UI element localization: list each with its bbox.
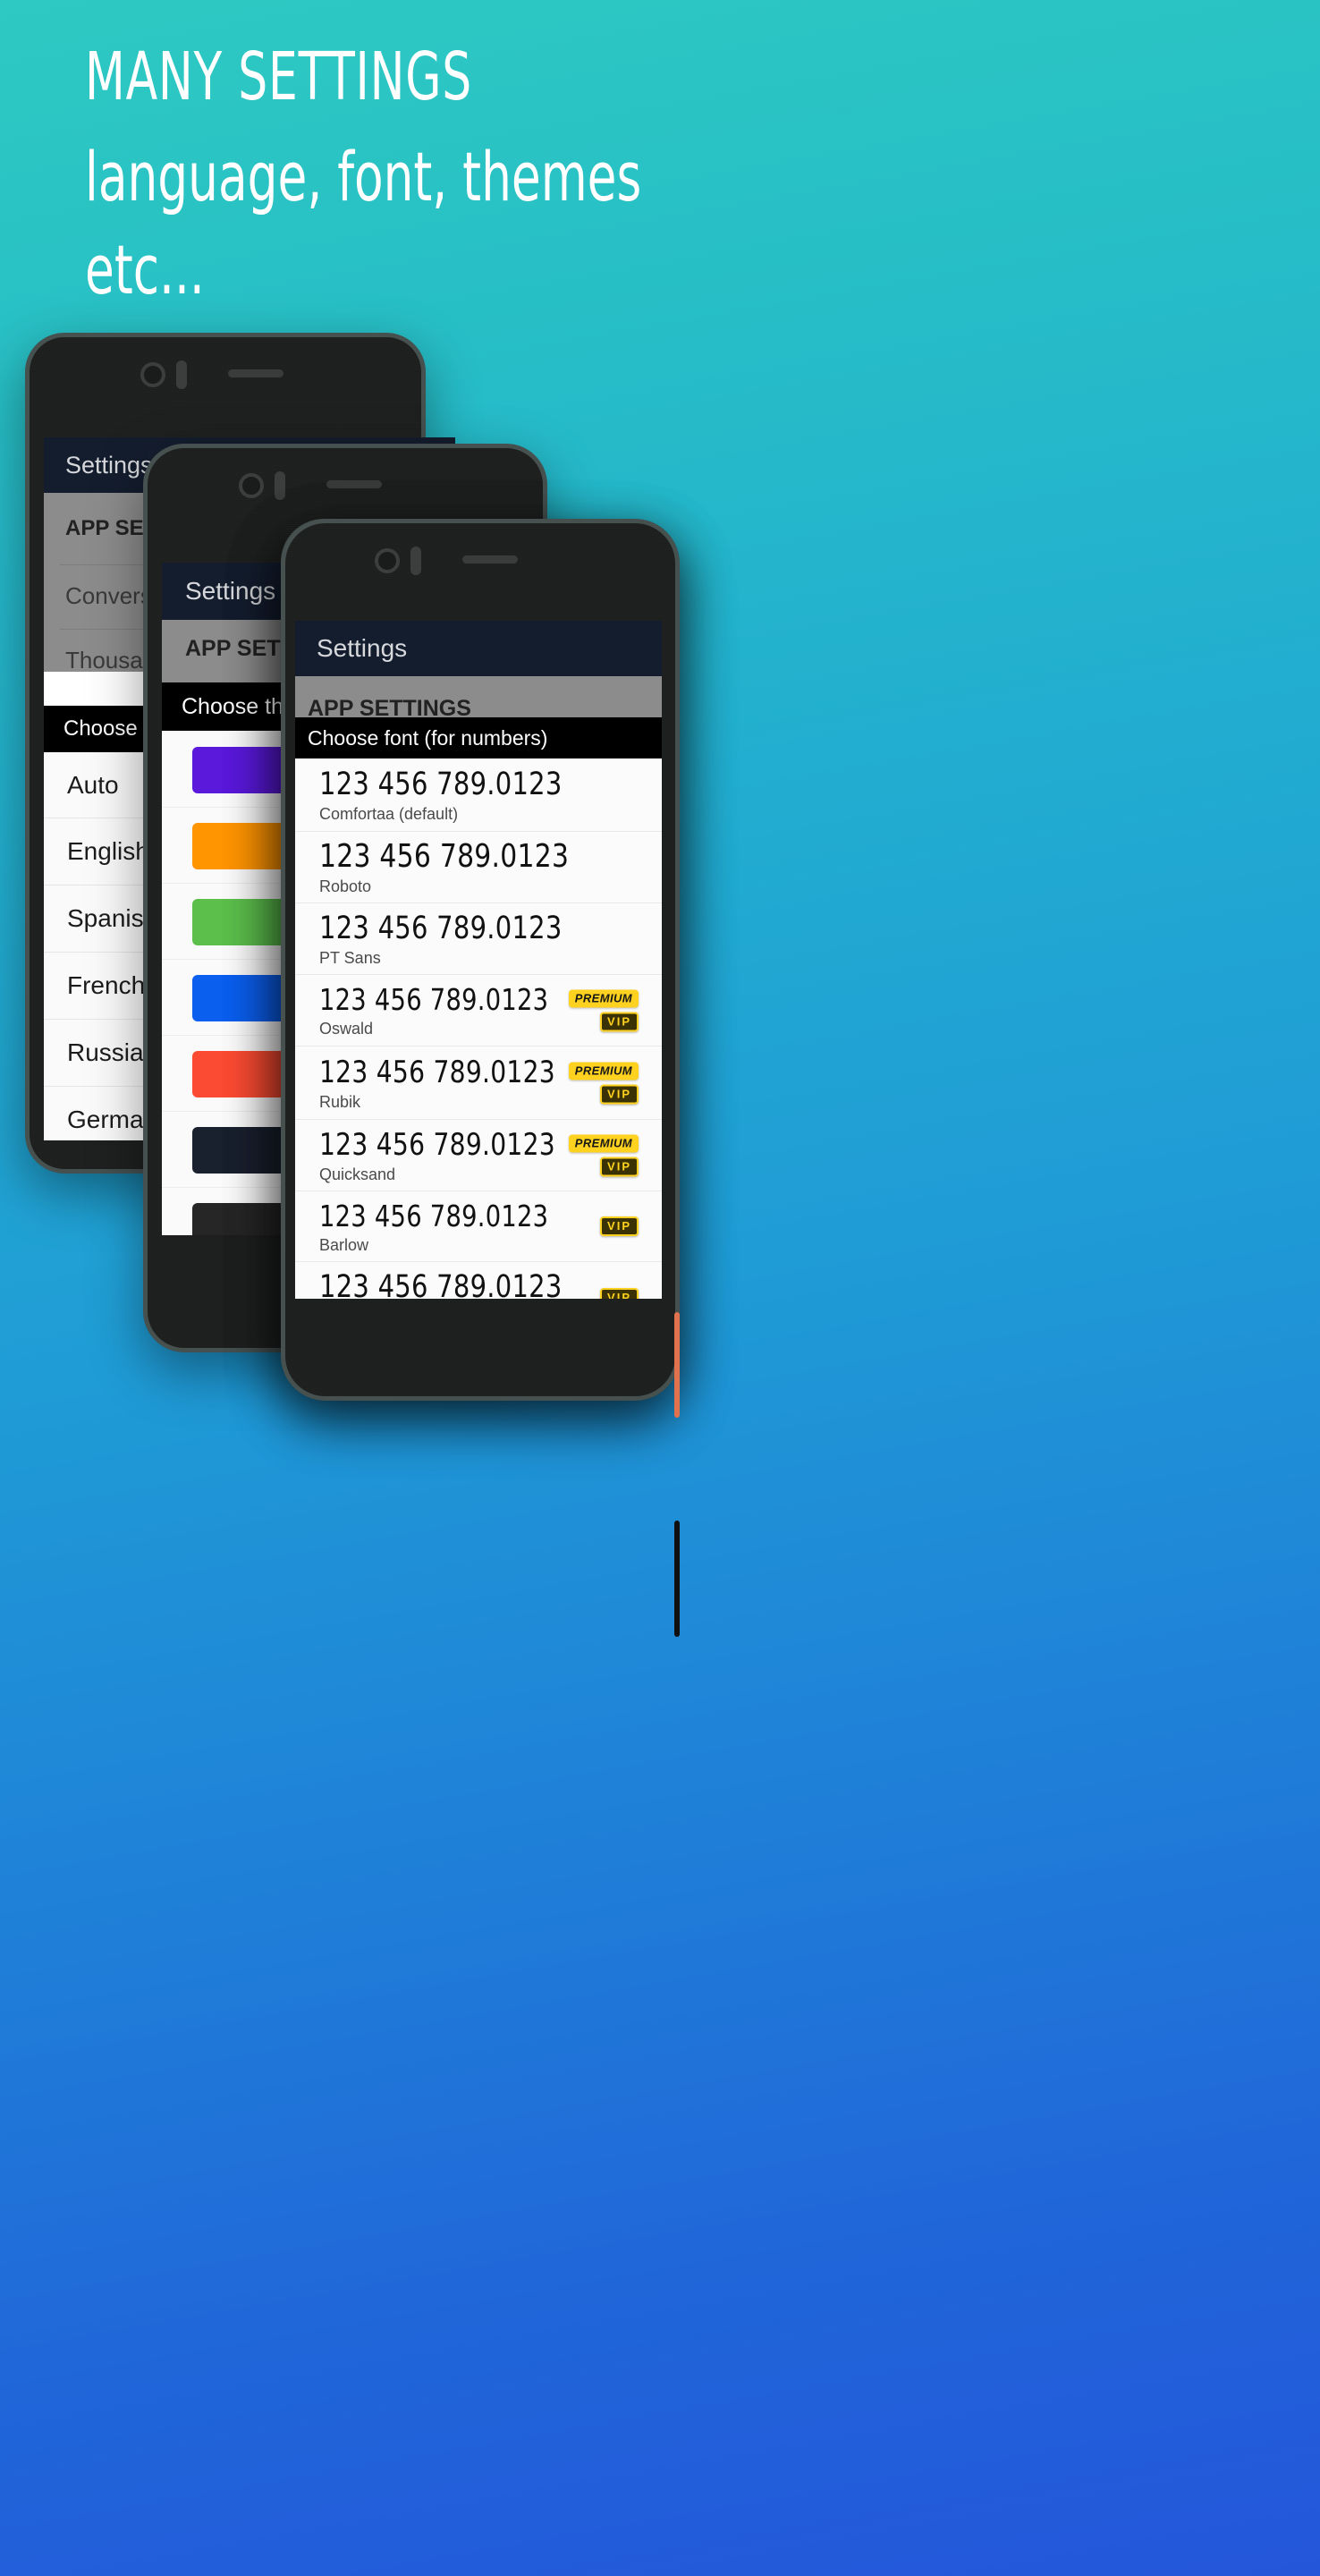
font-sample-text: 123 456 789.0123 <box>319 766 563 802</box>
badge-vip: VIP <box>600 1287 639 1299</box>
language-label: Auto <box>67 770 119 799</box>
font-name-label: PT Sans <box>319 948 381 967</box>
badge-premium: PREMIUM <box>568 1062 639 1080</box>
font-option-arvo[interactable]: 123 456 789.0123 Arvo VIP <box>295 1262 662 1299</box>
font-option-quicksand[interactable]: 123 456 789.0123 Quicksand PREMIUM VIP <box>295 1120 662 1191</box>
font-sample-text: 123 456 789.0123 <box>319 982 549 1017</box>
badge-vip: VIP <box>600 1216 639 1236</box>
font-name-label: Oswald <box>319 1020 374 1038</box>
font-name-label: Roboto <box>319 877 372 895</box>
font-name-label: Rubik <box>319 1092 361 1111</box>
app-bar-title: Settings <box>65 451 153 479</box>
speaker-grille-icon <box>462 555 518 564</box>
font-option-roboto[interactable]: 123 456 789.0123 Roboto <box>295 832 662 903</box>
font-option-pt-sans[interactable]: 123 456 789.0123 PT Sans <box>295 903 662 975</box>
font-option-oswald[interactable]: 123 456 789.0123 Oswald PREMIUM VIP <box>295 975 662 1046</box>
font-option-comfortaa[interactable]: 123 456 789.0123 Comfortaa (default) <box>295 758 662 832</box>
speaker-grille-icon <box>228 369 283 377</box>
sensor-icon <box>275 471 285 500</box>
language-label: English <box>67 837 149 865</box>
badge-group: VIP <box>600 1287 639 1299</box>
language-label: French <box>67 971 146 999</box>
font-option-barlow[interactable]: 123 456 789.0123 Barlow VIP <box>295 1191 662 1262</box>
badge-group: VIP <box>600 1216 639 1236</box>
font-sample-text: 123 456 789.0123 <box>319 838 570 875</box>
font-name-label: Comfortaa (default) <box>319 804 459 823</box>
font-list: 123 456 789.0123 Comfortaa (default) 123… <box>295 758 662 1299</box>
power-button[interactable] <box>674 1312 680 1418</box>
dialog-title-choose-font: Choose font (for numbers) <box>295 717 662 758</box>
badge-group: PREMIUM VIP <box>568 1062 639 1104</box>
volume-button[interactable] <box>674 1521 680 1637</box>
phone-front-viewport: Settings APP SETTINGS Choose font (for n… <box>295 621 662 1299</box>
badge-vip: VIP <box>600 1157 639 1176</box>
app-bar-front: Settings <box>295 621 662 676</box>
camera-icon <box>140 362 165 387</box>
headline-line-1: MANY SETTINGS <box>85 38 473 115</box>
settings-scrim-front: APP SETTINGS <box>295 676 662 721</box>
dialog-choose-font: Choose font (for numbers) 123 456 789.01… <box>295 717 662 1299</box>
headline-line-2: language, font, themes <box>85 137 642 216</box>
font-sample-text: 123 456 789.0123 <box>319 1198 549 1233</box>
badge-premium: PREMIUM <box>568 989 639 1007</box>
font-sample-text: 123 456 789.0123 <box>319 1268 563 1300</box>
badge-group: PREMIUM VIP <box>568 1134 639 1176</box>
section-title-app-settings: APP SETTINGS <box>308 696 471 721</box>
badge-premium: PREMIUM <box>568 1134 639 1152</box>
font-name-label: Barlow <box>319 1235 369 1254</box>
app-bar-title: Settings <box>317 634 408 662</box>
font-sample-text: 123 456 789.0123 <box>319 910 563 946</box>
badge-vip: VIP <box>600 1012 639 1031</box>
camera-icon <box>239 473 264 498</box>
font-option-rubik[interactable]: 123 456 789.0123 Rubik PREMIUM VIP <box>295 1046 662 1120</box>
font-sample-text: 123 456 789.0123 <box>319 1126 555 1163</box>
camera-icon <box>375 548 400 573</box>
badge-vip: VIP <box>600 1084 639 1104</box>
font-sample-text: 123 456 789.0123 <box>319 1054 555 1090</box>
font-name-label: Quicksand <box>319 1165 396 1183</box>
headline-line-3: etc... <box>85 230 205 309</box>
app-bar-title: Settings <box>185 577 276 605</box>
sensor-icon <box>176 360 187 389</box>
headline: MANY SETTINGS language, font, themes etc… <box>85 34 979 315</box>
speaker-grille-icon <box>326 480 382 488</box>
badge-group: PREMIUM VIP <box>568 989 639 1031</box>
sensor-icon <box>410 547 421 575</box>
